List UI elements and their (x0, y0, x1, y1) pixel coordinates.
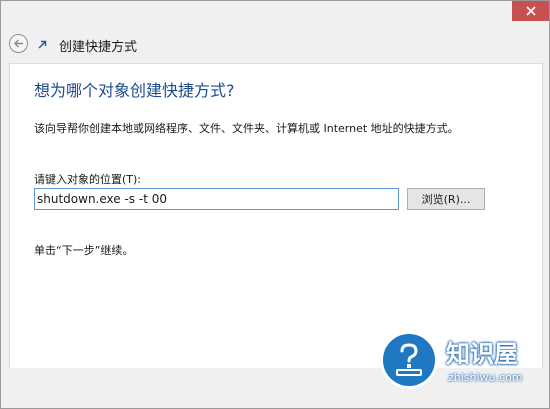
browse-button[interactable]: 浏览(R)... (407, 188, 485, 210)
continue-hint: 单击“下一步”继续。 (34, 244, 134, 257)
close-button[interactable] (512, 1, 549, 21)
watermark-domain: zhishiwu.com (448, 371, 523, 384)
back-button[interactable] (9, 34, 28, 53)
location-input[interactable] (34, 188, 399, 210)
question-monitor-icon (396, 343, 422, 376)
title-bar (1, 1, 549, 27)
close-icon (525, 6, 536, 16)
watermark-title: 知识屋 (446, 340, 518, 368)
page-heading: 想为哪个对象创建快捷方式? (34, 81, 235, 100)
location-label: 请键入对象的位置(T): (34, 173, 142, 186)
wizard-content: 想为哪个对象创建快捷方式? 该向导帮你创建本地或网络程序、文件、文件夹、计算机或… (9, 63, 543, 369)
back-arrow-icon (14, 39, 23, 48)
watermark-logo: 知识屋 zhishiwu.com (380, 330, 550, 409)
wizard-header: 创建快捷方式 (1, 29, 549, 61)
watermark-badge (380, 331, 438, 389)
wizard-description: 该向导帮你创建本地或网络程序、文件、文件夹、计算机或 Internet 地址的快… (34, 122, 459, 135)
wizard-title: 创建快捷方式 (59, 40, 138, 55)
shortcut-arrow-icon (38, 40, 47, 49)
